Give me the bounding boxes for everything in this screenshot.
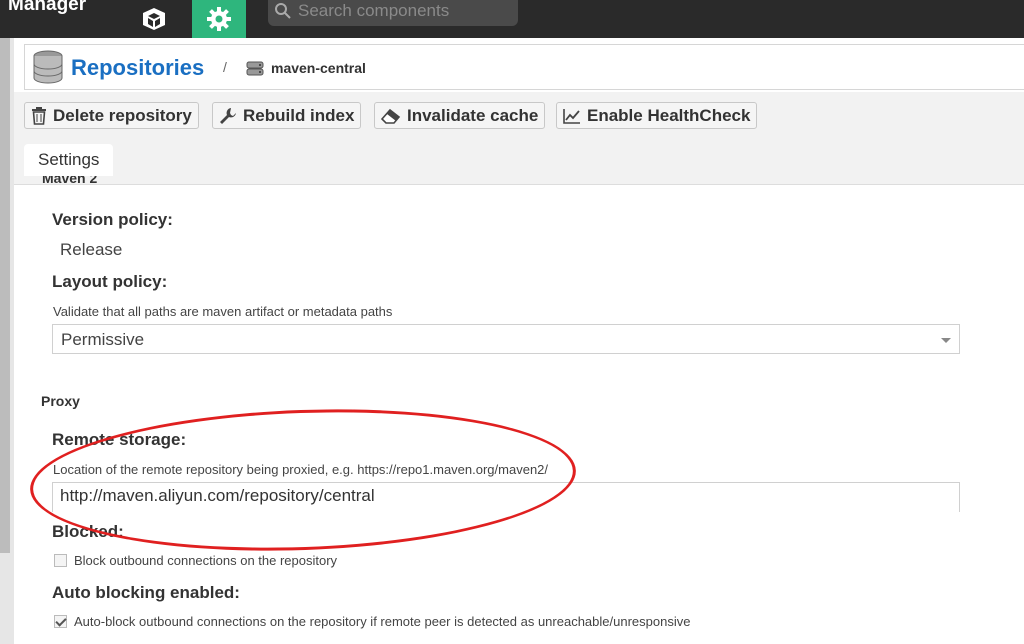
enable-healthcheck-button[interactable]: Enable HealthCheck [556,102,758,129]
blocked-checkbox-row[interactable]: Block outbound connections on the reposi… [54,553,337,568]
trash-icon [31,106,47,125]
layout-policy-help: Validate that all paths are maven artifa… [53,304,393,319]
browse-button[interactable] [134,0,174,38]
wrench-icon [219,107,237,125]
remote-storage-help: Location of the remote repository being … [53,462,549,477]
eraser-icon [381,108,401,124]
left-scrollbar[interactable] [0,38,10,553]
action-toolbar: Delete repository Rebuild index Invalida… [14,92,1024,139]
remote-storage-field[interactable] [52,482,960,512]
invalidate-cache-label: Invalidate cache [407,105,539,125]
tab-bar: Settings [14,138,1024,185]
section-heading-proxy: Proxy [41,393,80,409]
admin-button[interactable] [192,0,246,38]
rebuild-index-label: Rebuild index [243,105,355,125]
delete-repository-label: Delete repository [53,105,192,125]
database-icon [33,50,63,84]
remote-storage-input[interactable] [60,486,940,506]
dropdown-caret-icon [941,338,951,343]
layout-policy-label: Layout policy: [52,272,168,291]
search-input[interactable] [298,0,508,22]
search-icon [275,3,291,19]
chart-line-icon [563,108,581,124]
search-box[interactable] [268,0,518,26]
version-policy-value: Release [60,240,123,259]
breadcrumb-separator: / [223,59,227,75]
section-heading-maven: Maven 2 [42,176,98,186]
invalidate-cache-button[interactable]: Invalidate cache [374,102,546,129]
version-policy-label: Version policy: [52,210,173,229]
admin-gear-icon [207,7,231,31]
top-navbar: Manager [0,0,1024,38]
auto-blocking-checkbox-label: Auto-block outbound connections on the r… [74,614,691,629]
enable-healthcheck-label: Enable HealthCheck [587,105,751,125]
layout-policy-select[interactable]: Permissive [52,324,960,354]
server-icon [246,61,264,76]
delete-repository-button[interactable]: Delete repository [24,102,199,129]
browse-cube-icon [143,8,165,30]
blocked-checkbox[interactable] [54,554,67,567]
auto-blocking-checkbox-row[interactable]: Auto-block outbound connections on the r… [54,614,690,629]
auto-blocking-checkbox[interactable] [54,615,67,628]
layout-policy-value: Permissive [61,330,145,349]
page-title[interactable]: Repositories [71,55,204,81]
app-brand: Manager [8,0,87,15]
tab-settings[interactable]: Settings [24,144,114,176]
auto-blocking-label: Auto blocking enabled: [52,583,240,602]
remote-storage-label: Remote storage: [52,430,187,449]
page-header: Repositories / maven-central [24,44,1024,90]
blocked-checkbox-label: Block outbound connections on the reposi… [74,553,338,568]
blocked-label: Blocked: [52,522,124,541]
rebuild-index-button[interactable]: Rebuild index [212,102,362,129]
breadcrumb-current: maven-central [271,60,366,76]
